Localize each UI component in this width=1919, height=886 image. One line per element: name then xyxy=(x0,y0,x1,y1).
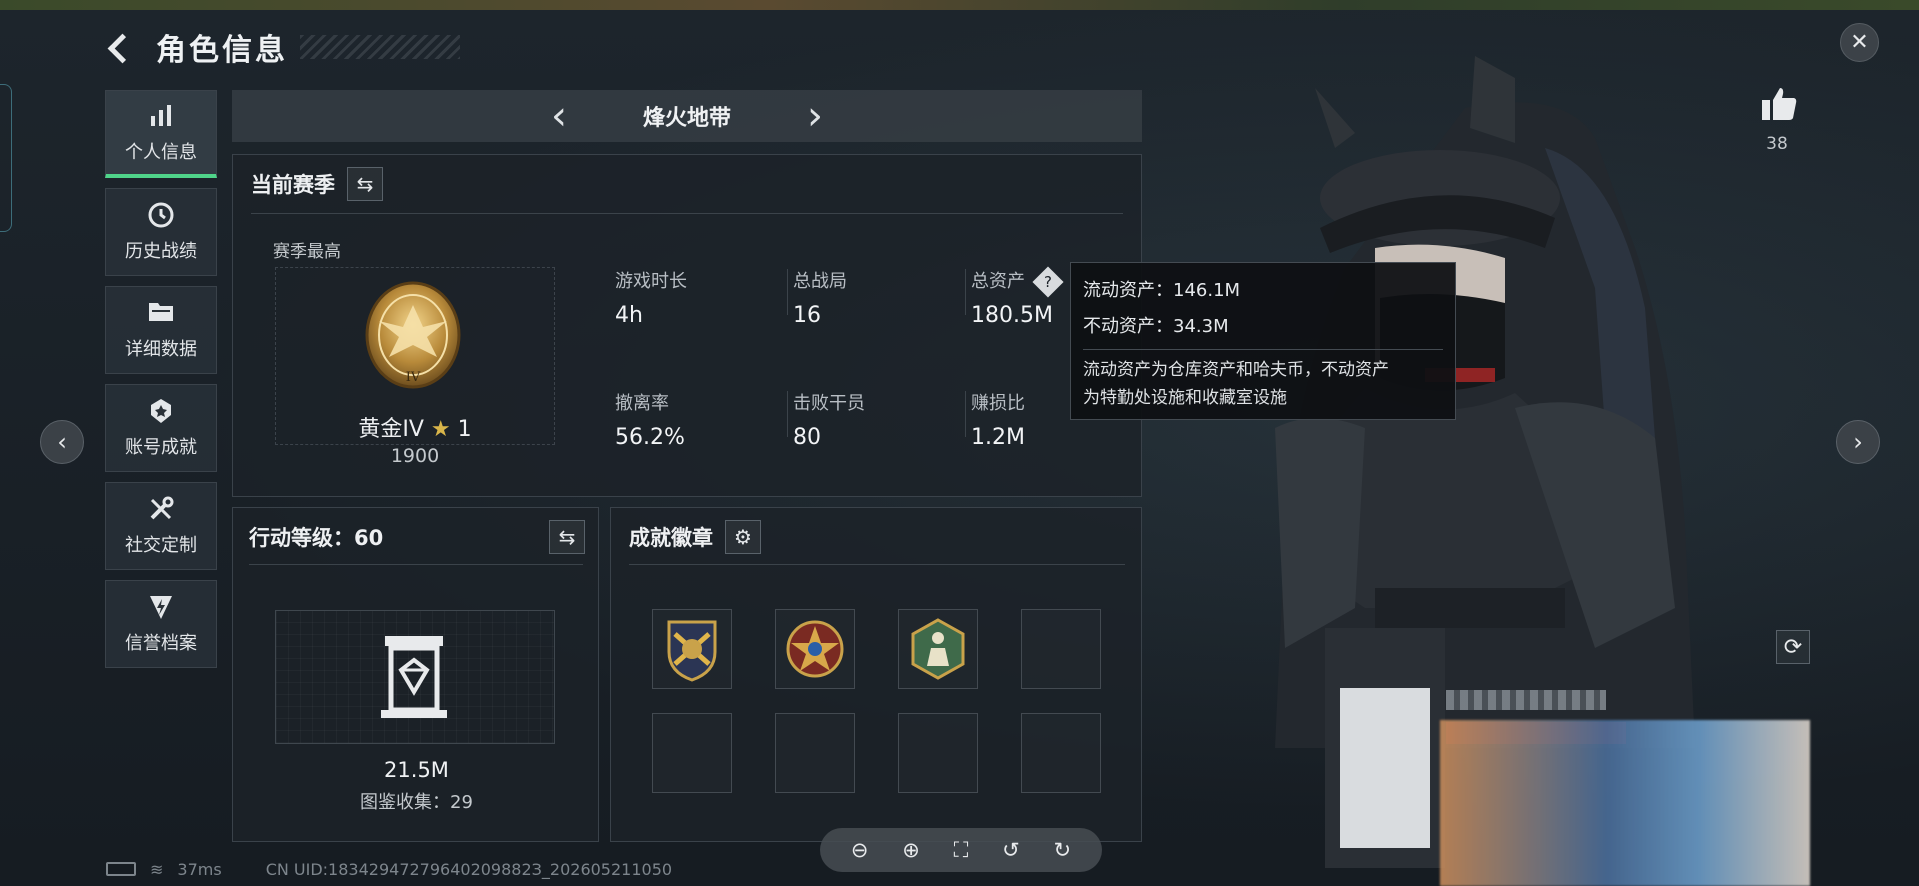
action-level-title: 行动等级：60 xyxy=(249,526,384,550)
chevron-left-icon: ‹ xyxy=(57,428,67,456)
badge-slot-7[interactable] xyxy=(898,713,978,793)
sidebar-item-history[interactable]: 历史战绩 xyxy=(105,188,217,276)
mode-prev-chevron-icon[interactable]: ‹ xyxy=(551,96,567,136)
sidebar-item-social-custom[interactable]: 社交定制 xyxy=(105,482,217,570)
sidebar-item-label: 详细数据 xyxy=(125,339,197,360)
collection-cabinet-icon xyxy=(379,634,449,720)
badge-slot-6[interactable] xyxy=(775,713,855,793)
assets-tooltip: 流动资产：146.1M 不动资产：34.3M 流动资产为仓库资产和哈夫币，不动资… xyxy=(1070,262,1456,420)
badges-title: 成就徽章 xyxy=(629,526,713,550)
stat-total-matches: 总战局 16 xyxy=(793,271,847,328)
left-edge-tab xyxy=(0,84,12,232)
badge-slot-4[interactable] xyxy=(1021,609,1101,689)
rank-emblem-numeral: IV xyxy=(406,370,421,385)
close-icon: ✕ xyxy=(1850,30,1869,55)
mode-name: 烽火地带 xyxy=(642,106,731,131)
collection-value: 21.5M xyxy=(384,758,449,782)
badge-star-wreath-icon xyxy=(786,620,844,678)
back-arrow-icon[interactable] xyxy=(104,30,138,64)
header: 角色信息 xyxy=(104,22,460,72)
zoom-in-icon[interactable]: ⊕ xyxy=(902,838,920,862)
gear-icon: ⚙ xyxy=(734,525,752,549)
prev-character-button[interactable]: ‹ xyxy=(40,420,84,464)
page-title: 角色信息 xyxy=(156,33,288,68)
zoom-out-icon[interactable]: ⊖ xyxy=(851,838,869,862)
top-banner-strip xyxy=(0,0,1919,10)
sidebar-item-label: 社交定制 xyxy=(125,535,197,556)
badges-settings-button[interactable]: ⚙ xyxy=(725,520,761,554)
rank-name: 黄金IV xyxy=(358,417,424,442)
sidebar-item-label: 信誉档案 xyxy=(125,633,197,654)
season-title: 当前赛季 xyxy=(251,173,335,197)
mode-selector: ‹ 烽火地带 › xyxy=(232,90,1142,142)
close-button[interactable]: ✕ xyxy=(1840,23,1879,62)
sidebar-item-label: 历史战绩 xyxy=(125,241,197,262)
history-clock-icon xyxy=(147,201,175,229)
star-icon: ★ xyxy=(430,417,451,442)
collection-count: 图鉴收集：29 xyxy=(360,792,473,813)
badge-figure-hexagon-icon xyxy=(911,618,965,680)
rotate-right-icon[interactable]: ↻ xyxy=(1053,838,1071,862)
tooltip-description-line1: 流动资产为仓库资产和哈夫币，不动资产 xyxy=(1083,360,1389,380)
season-switch-button[interactable]: ⇆ xyxy=(347,167,383,201)
mode-next-chevron-icon[interactable]: › xyxy=(807,96,823,136)
medal-icon xyxy=(147,397,175,425)
action-level-panel: 行动等级：60 ⇆ 21.5M 图鉴收集：29 xyxy=(232,507,599,842)
badge-slot-5[interactable] xyxy=(652,713,732,793)
season-panel: 当前赛季 ⇆ 赛季最高 IV 黄金IV ★ 1 1900 游戏时长 4h 总战局… xyxy=(232,154,1142,497)
sidebar-item-credit-file[interactable]: 信誉档案 xyxy=(105,580,217,668)
title-decoration xyxy=(300,35,460,59)
wifi-icon: ≋ xyxy=(150,859,164,879)
badge-slot-3[interactable] xyxy=(898,609,978,689)
sidebar-nav: 个人信息 历史战绩 详细数据 账号成就 社交定制 信誉档案 xyxy=(105,90,217,678)
stat-operators-defeated: 击败干员 80 xyxy=(793,393,865,450)
rank-score: 1900 xyxy=(390,445,440,467)
tooltip-description-line2: 为特勤处设施和收藏室设施 xyxy=(1083,388,1287,408)
blurred-player-name xyxy=(1446,690,1606,710)
swap-icon: ⇆ xyxy=(356,172,374,196)
stat-total-assets: 总资产 ? 180.5M xyxy=(971,266,1064,328)
rank-emblem-gold: IV xyxy=(361,277,465,393)
sidebar-item-personal-info[interactable]: 个人信息 xyxy=(105,90,217,178)
user-uid: CN UID:18342947279640209882З_20260521105… xyxy=(265,859,673,879)
shield-lightning-icon xyxy=(147,593,175,621)
chevron-right-icon: › xyxy=(1853,428,1863,456)
tooltip-liquid-assets: 流动资产：146.1M xyxy=(1083,280,1241,301)
sidebar-item-label: 账号成就 xyxy=(125,437,197,458)
rank-name-row: 黄金IV ★ 1 xyxy=(275,411,555,443)
folder-icon xyxy=(147,299,175,327)
stat-play-time: 游戏时长 4h xyxy=(615,271,687,328)
rank-stars: 1 xyxy=(457,417,472,442)
stat-profit-loss-ratio: 赚损比 1.2M xyxy=(971,393,1025,450)
badge-slot-8[interactable] xyxy=(1021,713,1101,793)
sidebar-item-label: 个人信息 xyxy=(125,141,197,163)
refresh-icon: ⟳ xyxy=(1783,634,1803,660)
badge-slot-2[interactable] xyxy=(775,609,855,689)
camera-toolbar: ⊖ ⊕ ⛶ ↺ ↻ xyxy=(820,828,1102,872)
sidebar-item-detail-data[interactable]: 详细数据 xyxy=(105,286,217,374)
action-level-switch-button[interactable]: ⇆ xyxy=(549,520,585,554)
next-character-button[interactable]: › xyxy=(1836,420,1880,464)
rotate-left-icon[interactable]: ↺ xyxy=(1002,838,1020,862)
like-count: 38 xyxy=(1766,134,1788,154)
badge-slot-1[interactable] xyxy=(652,609,732,689)
ping-value: 37ms xyxy=(177,859,222,879)
status-bar: ≋ 37ms CN UID:18342947279640209882З_2026… xyxy=(106,856,672,882)
thumbs-up-icon[interactable] xyxy=(1760,86,1798,131)
stat-extract-rate: 撤离率 56.2% xyxy=(615,393,685,450)
battery-icon xyxy=(106,862,136,876)
badge-crossed-arrows-icon xyxy=(667,620,717,682)
blurred-player-card xyxy=(1440,720,1810,886)
sidebar-item-achievements[interactable]: 账号成就 xyxy=(105,384,217,472)
tooltip-fixed-assets: 不动资产：34.3M xyxy=(1083,316,1229,337)
fullscreen-icon[interactable]: ⛶ xyxy=(954,838,969,863)
swap-icon: ⇆ xyxy=(558,525,576,549)
help-question-icon[interactable]: ? xyxy=(1032,266,1064,298)
season-best-label: 赛季最高 xyxy=(273,242,341,262)
rotate-model-button[interactable]: ⟳ xyxy=(1776,630,1810,664)
tools-icon xyxy=(147,495,175,523)
bar-chart-icon xyxy=(148,102,174,130)
